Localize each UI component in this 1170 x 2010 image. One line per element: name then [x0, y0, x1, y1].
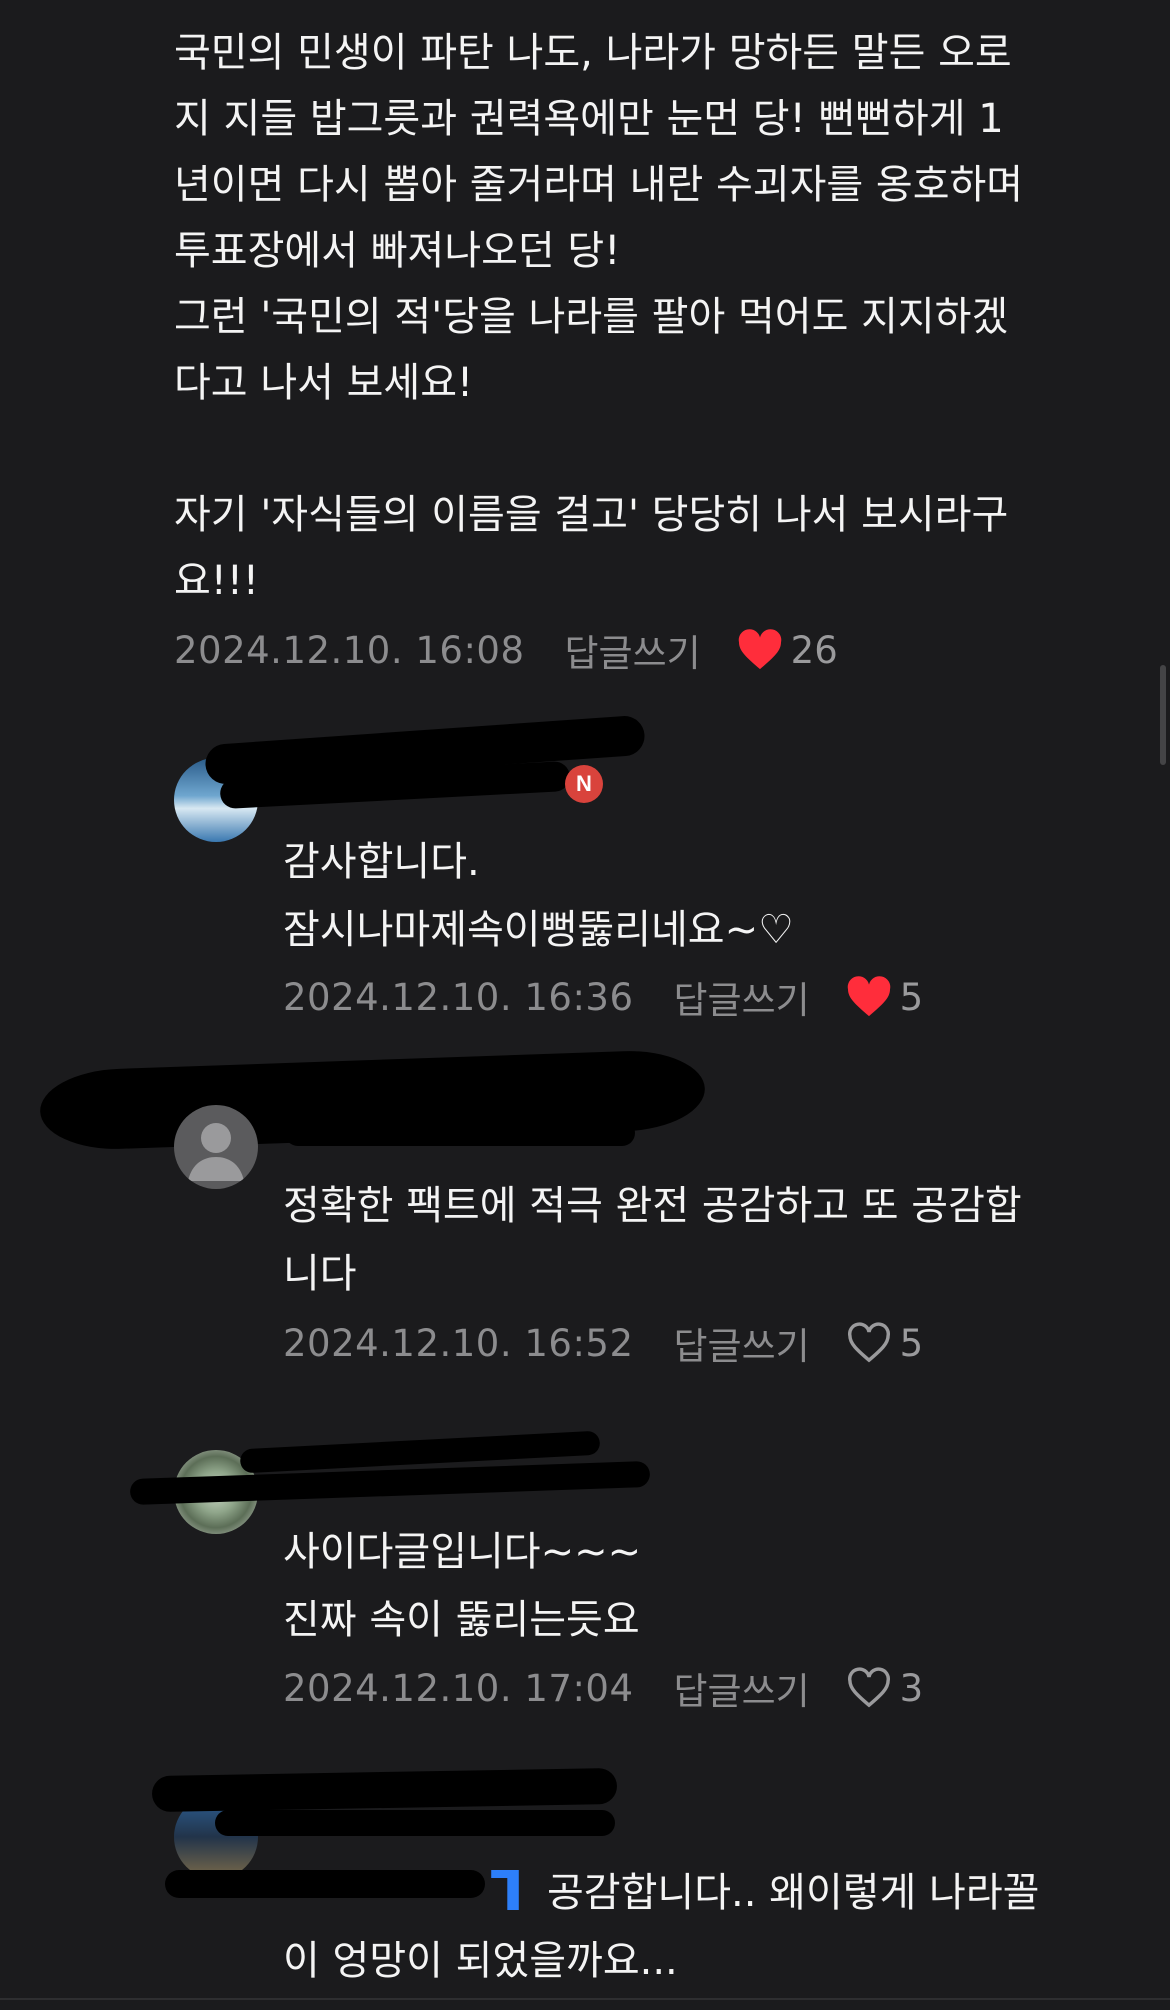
reply-line: 정확한 팩트에 적극 완전 공감하고 또 공감합 [283, 1183, 1022, 1229]
like-count: 3 [899, 1666, 924, 1710]
mention-tag-icon [491, 1870, 519, 1910]
comment-body: 국민의 민생이 파탄 나도, 나라가 망하든 말든 오로 지 지들 밥그릇과 권… [174, 20, 1134, 614]
heart-filled-icon [847, 976, 890, 1017]
redacted-username [151, 1767, 618, 1813]
comment-date: 2024.12.10. 16:08 [174, 628, 525, 672]
comment-line: 지 지들 밥그릇과 권력욕에만 눈먼 당! 뻔뻔하게 1 [174, 96, 1004, 142]
new-badge: N [565, 765, 603, 803]
default-avatar-icon [188, 1123, 244, 1181]
comment-line: 자기 '자식들의 이름을 걸고' 당당히 나서 보시라구 [174, 492, 1009, 538]
reply-line: 공감합니다.. 왜이렇게 나라꼴 [547, 1870, 1040, 1916]
like-button[interactable]: 5 [846, 1321, 924, 1365]
redacted-username [285, 1120, 635, 1146]
reply-body: 사이다글입니다~~~ 진짜 속이 뚫리는듯요 [283, 1518, 1143, 1654]
comment-line [174, 416, 1134, 482]
redacted-username [215, 1810, 615, 1836]
avatar[interactable] [174, 1105, 258, 1189]
comment-line: 국민의 민생이 파탄 나도, 나라가 망하든 말든 오로 [174, 30, 1012, 76]
reply-date: 2024.12.10. 16:36 [283, 975, 634, 1019]
reply-line: 감사합니다. [283, 839, 480, 885]
reply-line: 사이다글입니다~~~ [283, 1529, 642, 1575]
reply-meta: 2024.12.10. 16:36 답글쓰기 5 [283, 970, 924, 1024]
comment-line: 요!!! [174, 558, 259, 604]
like-button[interactable]: 26 [737, 629, 838, 672]
like-button[interactable]: 5 [846, 975, 924, 1019]
reply-body: 정확한 팩트에 적극 완전 공감하고 또 공감합 니다 [283, 1172, 1143, 1308]
reply-body: 감사합니다. 잠시나마제속이뻥뚫리네요~♡ [283, 828, 1143, 964]
reply-date: 2024.12.10. 17:04 [283, 1666, 634, 1710]
comment-line: 투표장에서 빠져나오던 당! [174, 228, 621, 274]
heart-outline-icon [847, 1322, 890, 1363]
comment-meta: 2024.12.10. 16:08 답글쓰기 26 [174, 623, 838, 677]
bottom-divider [0, 1998, 1170, 2000]
heart-outline-icon [847, 1667, 890, 1708]
reply-line: 이 엉망이 되었을까요... [283, 1938, 678, 1984]
reply-button[interactable]: 답글쓰기 [565, 623, 701, 677]
redacted-mention [165, 1870, 485, 1898]
reply-button[interactable]: 답글쓰기 [674, 970, 810, 1024]
comment-line: 다고 나서 보세요! [174, 360, 474, 406]
reply-meta: 2024.12.10. 17:04 답글쓰기 3 [283, 1661, 924, 1715]
like-count: 5 [899, 1321, 924, 1365]
like-count: 26 [790, 628, 838, 672]
reply-meta: 2024.12.10. 16:52 답글쓰기 5 [283, 1316, 924, 1370]
comment-line: 년이면 다시 뽑아 줄거라며 내란 수괴자를 옹호하며 [174, 162, 1024, 208]
reply-line: 잠시나마제속이뻥뚫리네요~♡ [283, 907, 794, 953]
reply-line: 니다 [283, 1251, 357, 1297]
like-count: 5 [899, 975, 924, 1019]
reply-button[interactable]: 답글쓰기 [674, 1661, 810, 1715]
heart-filled-icon [738, 629, 781, 670]
like-button[interactable]: 3 [846, 1666, 924, 1710]
comment-line: 그런 '국민의 적'당을 나라를 팔아 먹어도 지지하겠 [174, 294, 1009, 340]
scrollbar-thumb[interactable] [1160, 665, 1166, 765]
reply-date: 2024.12.10. 16:52 [283, 1321, 634, 1365]
reply-line: 진짜 속이 뚫리는듯요 [283, 1597, 640, 1643]
reply-button[interactable]: 답글쓰기 [674, 1316, 810, 1370]
